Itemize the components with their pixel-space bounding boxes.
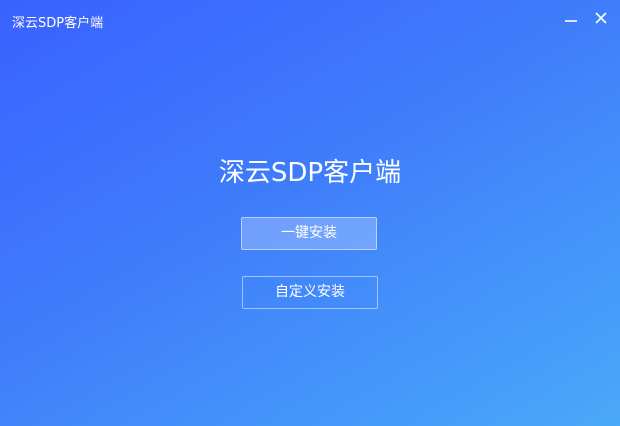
title-bar[interactable]: 深云SDP客户端	[0, 0, 620, 40]
close-icon	[595, 12, 607, 24]
app-title: 深云SDP客户端	[218, 158, 402, 188]
custom-install-button[interactable]: 自定义安装	[242, 276, 378, 309]
window-title: 深云SDP客户端	[12, 16, 104, 31]
close-button[interactable]	[588, 6, 614, 30]
installer-window: 深云SDP客户端 深云SDP客户端 一键安装 自定义安装	[0, 0, 620, 426]
minimize-icon	[565, 20, 577, 22]
minimize-button[interactable]	[558, 6, 584, 30]
one-click-install-button[interactable]: 一键安装	[241, 217, 377, 250]
